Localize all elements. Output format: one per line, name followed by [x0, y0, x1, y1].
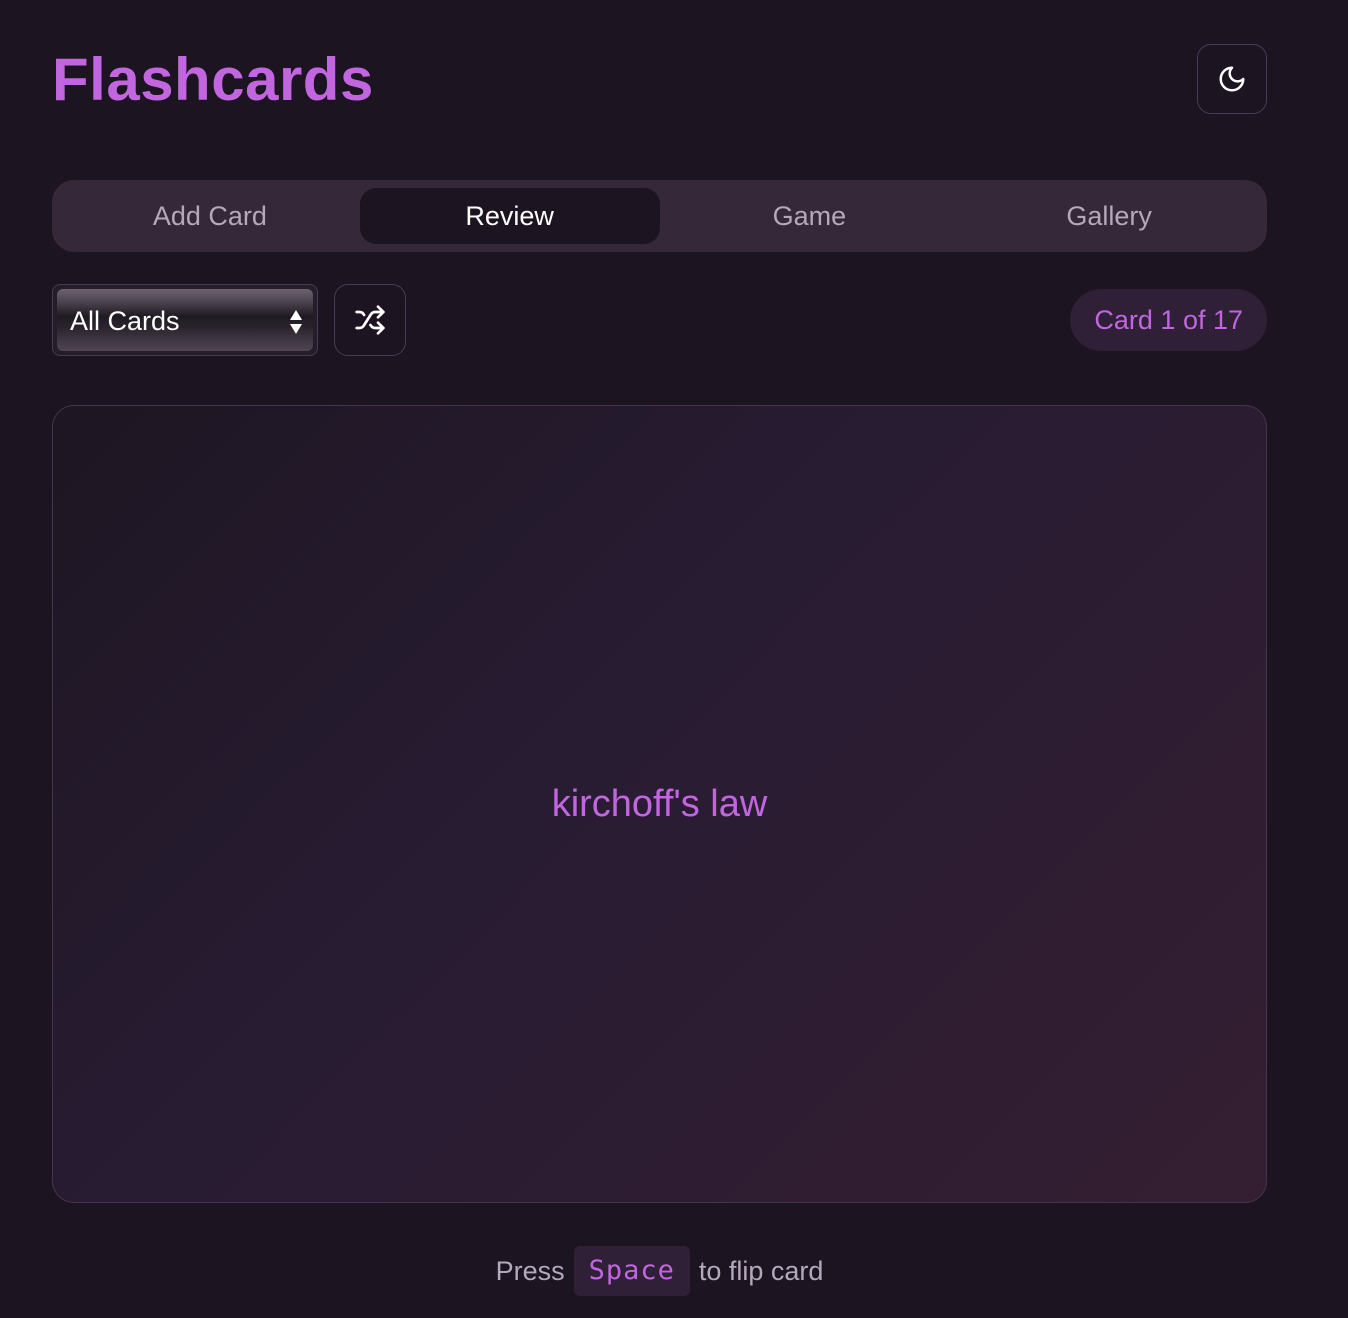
card-filter-value: All Cards: [70, 306, 180, 336]
flip-hint-prefix: Press: [495, 1255, 565, 1286]
tab-review[interactable]: Review: [359, 188, 660, 244]
header: Flashcards: [52, 44, 1267, 116]
tab-game[interactable]: Game: [660, 188, 960, 244]
space-key-badge: Space: [573, 1246, 690, 1296]
shuffle-icon: [355, 305, 385, 335]
tab-gallery[interactable]: Gallery: [959, 188, 1259, 244]
tab-bar: Add Card Review Game Gallery: [52, 180, 1267, 252]
card-filter-select-face: All Cards: [57, 289, 313, 351]
flashcard-front-text: kirchoff's law: [551, 782, 768, 825]
moon-icon: [1219, 66, 1245, 92]
flashcards-app: Flashcards Add Card Review Game Gallery …: [52, 0, 1267, 1318]
card-counter-badge: Card 1 of 17: [1070, 289, 1267, 351]
tab-add-card[interactable]: Add Card: [60, 188, 360, 244]
up-down-arrows-icon: [290, 310, 302, 334]
page-title: Flashcards: [52, 46, 374, 113]
theme-toggle-button[interactable]: [1197, 44, 1267, 114]
flip-hint-suffix: to flip card: [698, 1255, 824, 1286]
shuffle-button[interactable]: [334, 284, 406, 356]
review-controls: All Cards Card 1 of 17: [52, 284, 1267, 356]
card-filter-select[interactable]: All Cards: [52, 284, 318, 356]
flip-hint: Press Space to flip card: [52, 1246, 1267, 1296]
flashcard[interactable]: kirchoff's law: [52, 405, 1267, 1203]
